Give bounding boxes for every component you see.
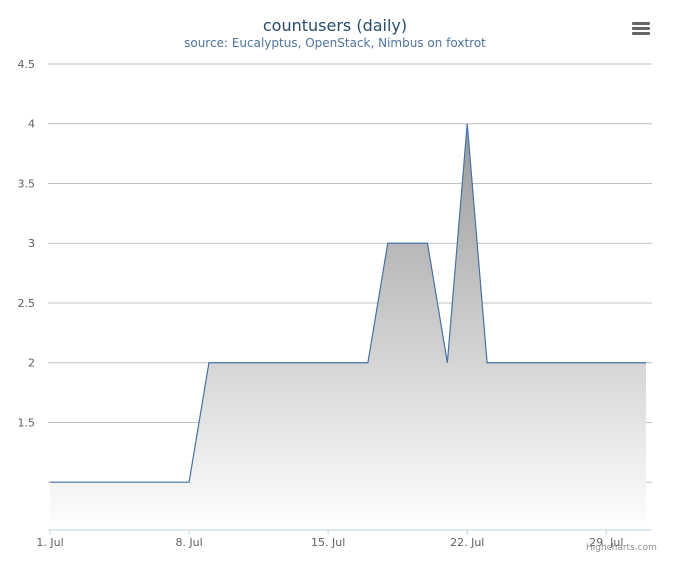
series-area xyxy=(50,123,647,530)
x-tick-label: 15. Jul xyxy=(311,536,345,549)
plot-area: 1.5 2 2.5 3 3.5 4 4.5 1. Jul 8. Jul 15. Jul 22. Ju… xyxy=(18,58,652,549)
y-tick-label: 2.5 xyxy=(18,297,36,310)
chart-container: countusers (daily) source: Eucalyptus, O… xyxy=(0,0,680,566)
y-tick-label: 2 xyxy=(28,357,35,370)
y-tick-label: 4 xyxy=(28,118,35,131)
x-tick-label: 8. Jul xyxy=(175,536,202,549)
y-tick-label: 3.5 xyxy=(18,177,36,190)
x-tick-label: 22. Jul xyxy=(450,536,484,549)
y-tick-label: 3 xyxy=(28,237,35,250)
x-tick-label: 1. Jul xyxy=(36,536,63,549)
credits-link[interactable]: Highcharts.com xyxy=(586,543,657,553)
y-tick-label: 1.5 xyxy=(18,416,36,429)
y-tick-label: 4.5 xyxy=(18,58,36,71)
